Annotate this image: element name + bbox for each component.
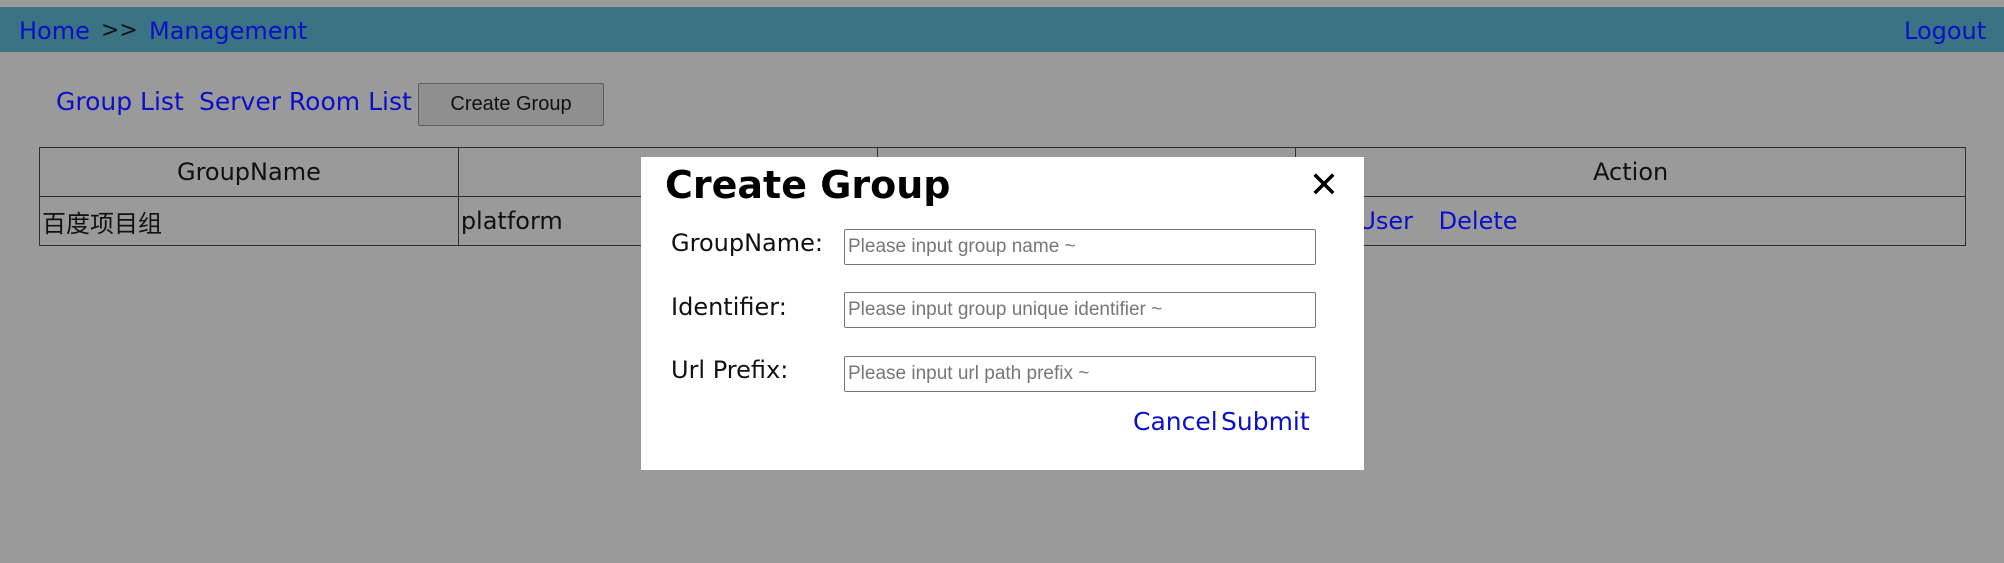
user-action-link[interactable]: User <box>1358 207 1413 235</box>
breadcrumb-home-link[interactable]: Home <box>19 17 90 45</box>
create-group-button[interactable]: Create Group <box>418 83 604 126</box>
group-list-link[interactable]: Group List <box>56 87 184 116</box>
groupname-label: GroupName: <box>671 229 823 257</box>
url-prefix-input[interactable] <box>844 356 1316 392</box>
server-room-list-link[interactable]: Server Room List <box>199 87 412 116</box>
close-icon[interactable]: ✕ <box>1307 168 1341 204</box>
breadcrumb-management-link[interactable]: Management <box>149 17 307 45</box>
top-nav-bar: Home >> Management Logout <box>0 7 2004 52</box>
identifier-label: Identifier: <box>671 293 787 321</box>
submit-button[interactable]: Submit <box>1221 407 1310 436</box>
delete-action-link[interactable]: Delete <box>1439 207 1518 235</box>
create-group-modal: Create Group ✕ GroupName: Identifier: Ur… <box>641 157 1364 470</box>
cell-actions: User Delete <box>1295 196 1966 246</box>
logout-link[interactable]: Logout <box>1904 17 1986 45</box>
column-header-action: Action <box>1295 147 1966 197</box>
breadcrumb-separator: >> <box>101 18 138 43</box>
modal-title: Create Group <box>665 163 951 207</box>
groupname-input[interactable] <box>844 229 1316 265</box>
url-prefix-label: Url Prefix: <box>671 356 789 384</box>
column-header-groupname: GroupName <box>39 147 459 197</box>
cell-group-name: 百度项目组 <box>39 196 459 246</box>
cancel-button[interactable]: Cancel <box>1133 407 1218 436</box>
identifier-input[interactable] <box>844 292 1316 328</box>
